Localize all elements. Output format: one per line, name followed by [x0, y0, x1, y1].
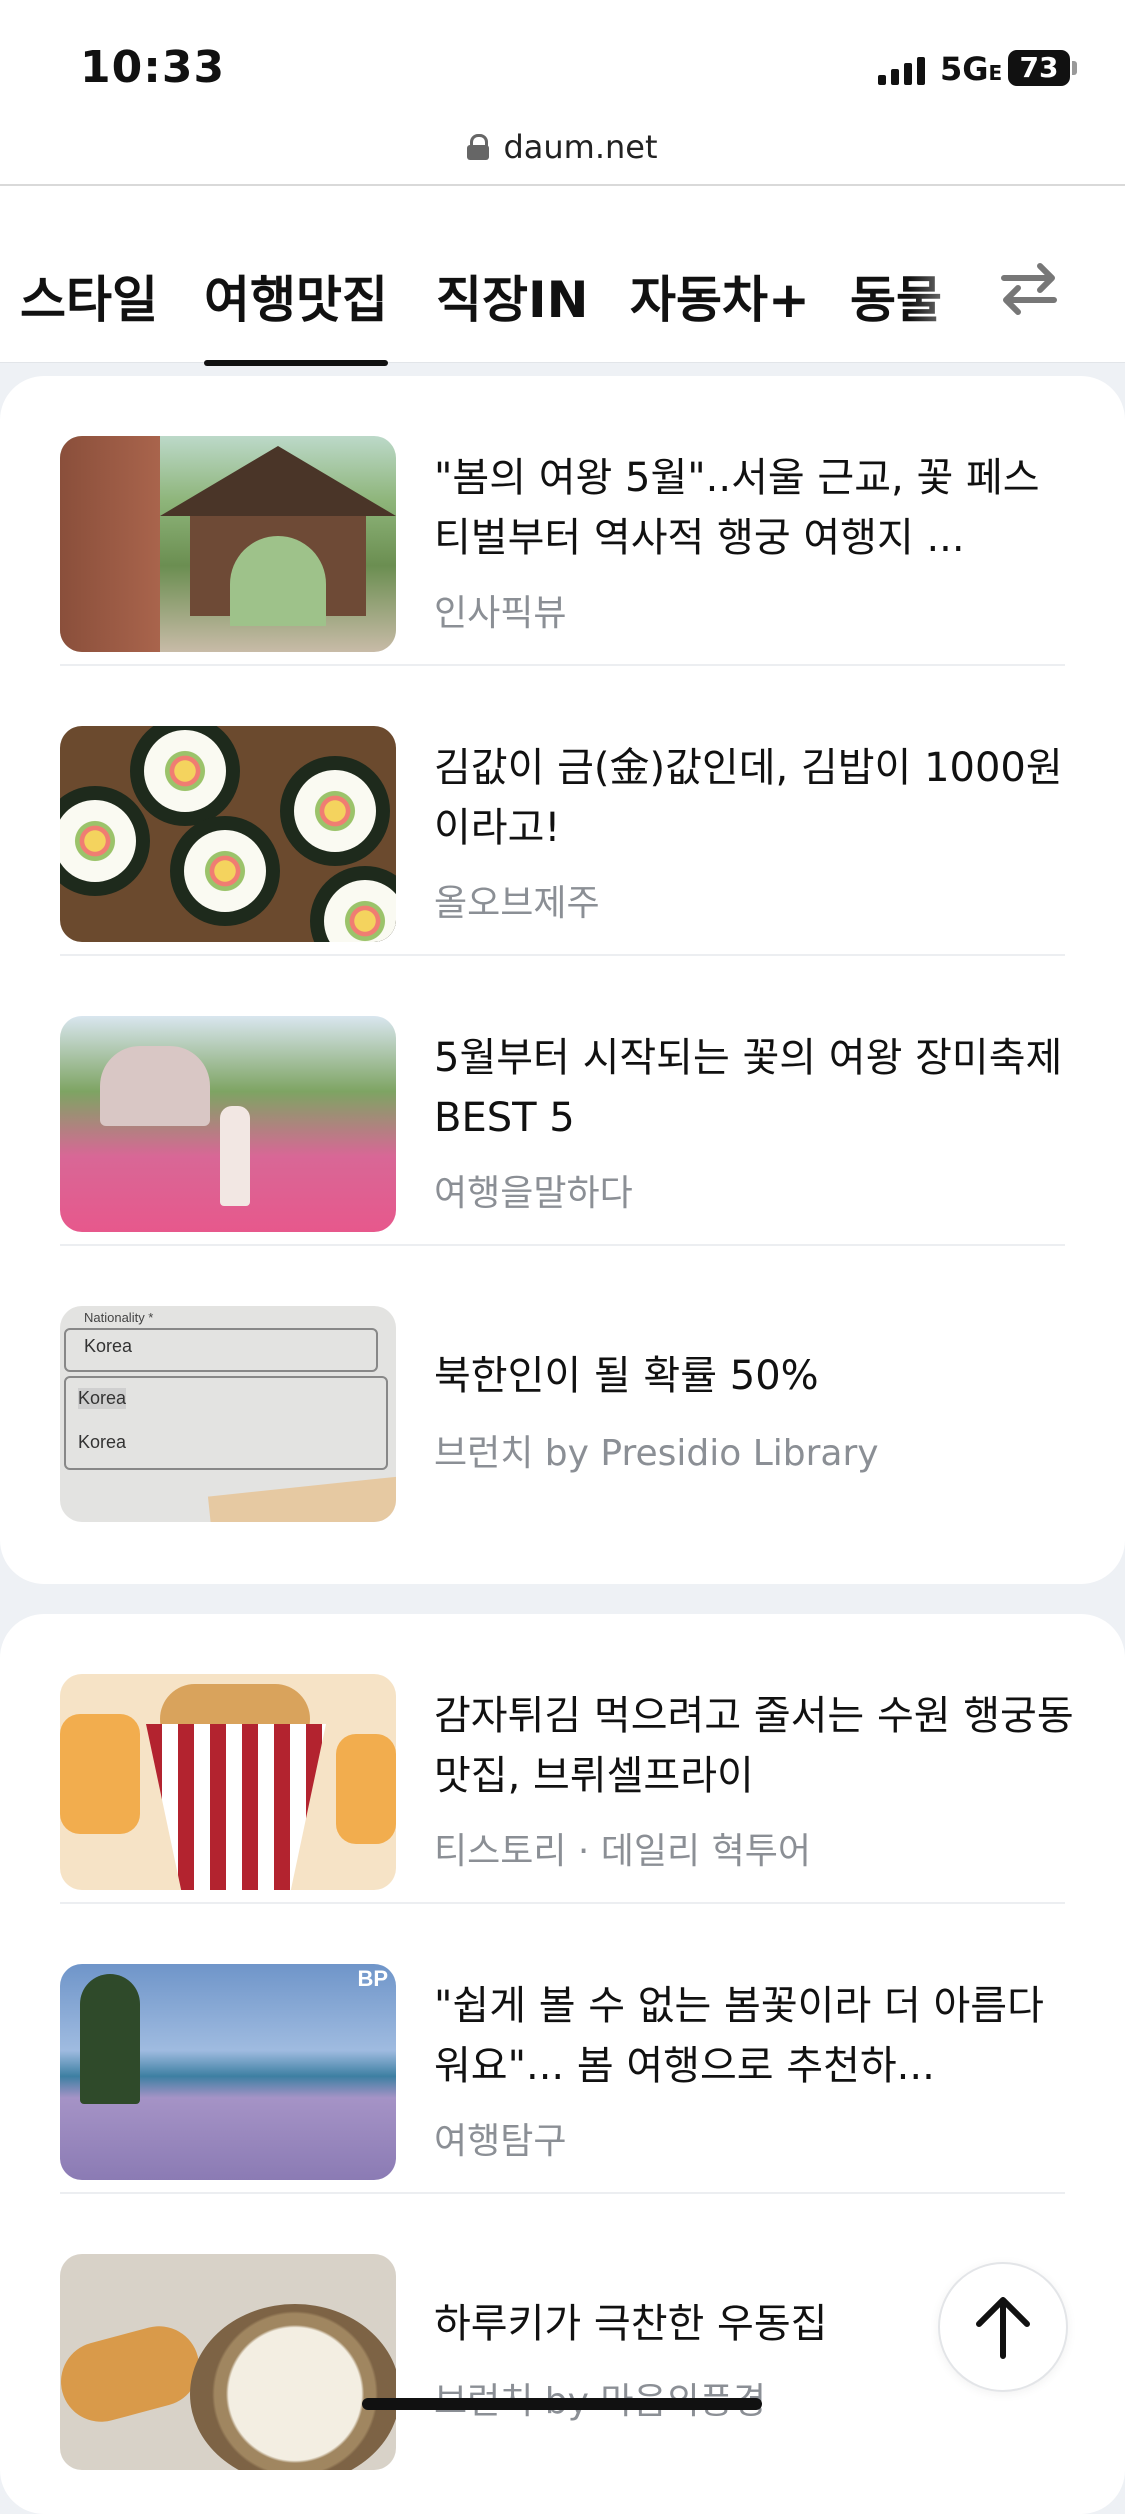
- article-title: 김값이 금(金)값인데, 김밥이 1000원이라고!: [434, 745, 1063, 851]
- arrow-up-icon: [976, 2297, 1030, 2359]
- home-indicator: [362, 2398, 762, 2410]
- news-item[interactable]: 하루키가 극찬한 우동집 브런치 by 마음의풍경: [60, 2194, 1065, 2484]
- status-bar: 10:33 5GE 73: [0, 0, 1125, 120]
- article-title: 감자튀김 먹으려고 줄서는 수원 행궁동 맛집, 브뤼셀프라이: [434, 1693, 1074, 1799]
- article-source: 여행을말하다: [434, 1173, 633, 1214]
- news-item[interactable]: BP "쉽게 볼 수 없는 봄꽃이라 더 아름다워요"... 봄 여행으로 추천…: [60, 1904, 1065, 2194]
- article-source: 브런치 by Presidio Library: [434, 1433, 879, 1474]
- article-title: "쉽게 볼 수 없는 봄꽃이라 더 아름다워요"... 봄 여행으로 추천하..…: [434, 1983, 1044, 2089]
- article-source: 티스토리 · 데일리 혁투어: [434, 1831, 811, 1872]
- article-thumbnail: [60, 1674, 396, 1890]
- article-title: "봄의 여왕 5월"..서울 근교, 꽃 페스티벌부터 역사적 행궁 여행지 .…: [434, 455, 1040, 561]
- article-thumbnail: Nationality * Korea Korea Korea: [60, 1306, 396, 1522]
- article-thumbnail: [60, 726, 396, 942]
- battery-icon: 73: [1008, 50, 1070, 86]
- article-source: 인사픽뷰: [434, 593, 567, 634]
- tab-workplace[interactable]: 직장IN: [436, 260, 588, 332]
- news-item[interactable]: 5월부터 시작되는 꽃의 여왕 장미축제 BEST 5 여행을말하다: [60, 956, 1065, 1246]
- news-item[interactable]: 감자튀김 먹으려고 줄서는 수원 행궁동 맛집, 브뤼셀프라이 티스토리 · 데…: [60, 1614, 1074, 1904]
- signal-icon: [878, 55, 925, 85]
- news-item[interactable]: 김값이 금(金)값인데, 김밥이 1000원이라고! 올오브제주: [60, 666, 1065, 956]
- article-source: 올오브제주: [434, 883, 600, 924]
- article-title: 5월부터 시작되는 꽃의 여왕 장미축제 BEST 5: [434, 1035, 1063, 1141]
- news-item[interactable]: "봄의 여왕 5월"..서울 근교, 꽃 페스티벌부터 역사적 행궁 여행지 .…: [60, 376, 1065, 666]
- news-card: 감자튀김 먹으려고 줄서는 수원 행궁동 맛집, 브뤼셀프라이 티스토리 · 데…: [0, 1614, 1125, 2514]
- article-thumbnail: BP: [60, 1964, 396, 2180]
- swap-arrows-icon[interactable]: [998, 258, 1060, 320]
- battery-cap: [1072, 61, 1077, 75]
- url-text: daum.net: [503, 128, 658, 166]
- article-source: 여행탐구: [434, 2121, 567, 2162]
- article-title: 북한인이 될 확률 50%: [434, 1353, 819, 1399]
- category-tabs: 스타일 여행맛집 직장IN 자동차+ 동물: [0, 186, 1125, 366]
- lock-icon: [467, 134, 490, 160]
- article-thumbnail: [60, 436, 396, 652]
- browser-address-bar[interactable]: daum.net: [0, 110, 1125, 186]
- tab-travel-food[interactable]: 여행맛집: [204, 260, 388, 366]
- tab-car[interactable]: 자동차+: [630, 260, 810, 332]
- article-thumbnail: [60, 2254, 396, 2470]
- scroll-top-button[interactable]: [938, 2262, 1068, 2392]
- status-time: 10:33: [80, 42, 226, 93]
- article-thumbnail: [60, 1016, 396, 1232]
- news-item[interactable]: Nationality * Korea Korea Korea 북한인이 될 확…: [60, 1246, 1065, 1536]
- network-indicator: 5GE: [940, 50, 1003, 88]
- news-card: "봄의 여왕 5월"..서울 근교, 꽃 페스티벌부터 역사적 행궁 여행지 .…: [0, 376, 1125, 1584]
- tab-style[interactable]: 스타일: [20, 260, 158, 332]
